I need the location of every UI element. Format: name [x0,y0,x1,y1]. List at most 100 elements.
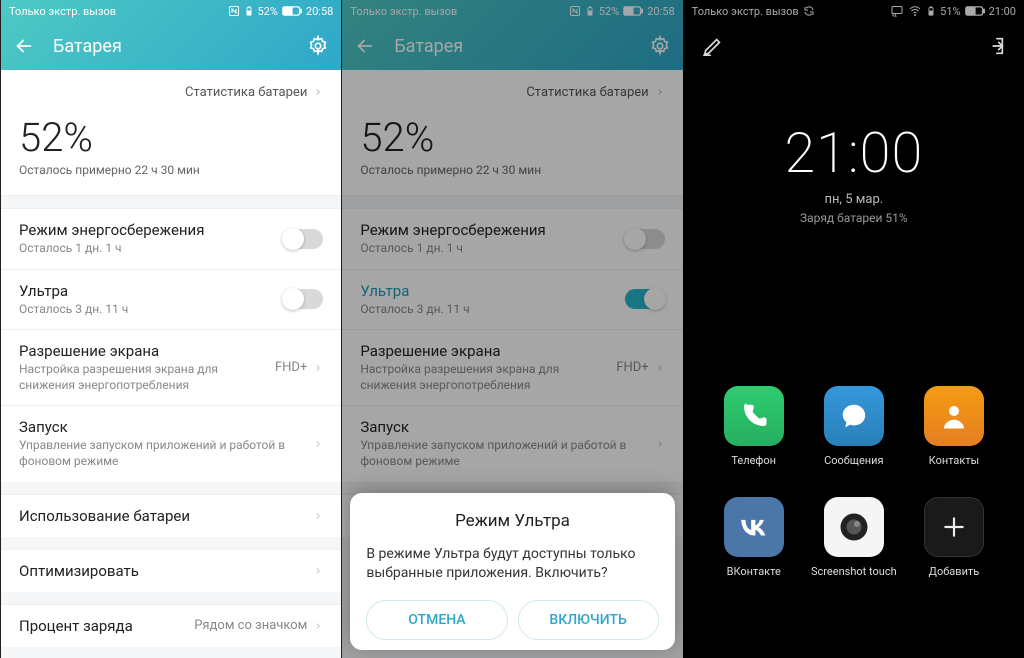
app-phone[interactable]: Телефон [704,386,804,467]
row-title: Использование батареи [19,507,313,525]
page-title: Батарея [394,36,648,57]
vk-icon [724,497,784,557]
status-left: Только экстр. вызов [9,5,116,18]
phone-3-ultra-home: Только экстр. вызов 51% 21:00 21:00 пн, … [683,0,1024,658]
row-battery-usage[interactable]: Использование батареи [1,494,341,537]
cast-icon [890,5,904,17]
chevron-right-icon [313,437,323,451]
status-time: 20:58 [647,5,674,18]
battery-percentage: 52% [360,114,664,161]
row-title: Оптимизировать [19,562,313,580]
status-bar: Только экстр. вызов 52% 20:58 [342,0,682,22]
battery-summary: Статистика батареи 52% Осталось примерно… [1,70,341,196]
chevron-right-icon [655,361,665,375]
app-grid: Телефон Сообщения Контакты ВКонтакте Scr… [684,386,1024,578]
battery-bar-icon [282,6,302,16]
row-optimize[interactable]: Оптимизировать [1,549,341,592]
nfc-icon [569,5,581,17]
toggle-power-saving[interactable] [283,229,323,249]
app-vk[interactable]: ВКонтакте [704,497,804,578]
battery-icon [244,5,254,17]
status-battery-pct: 51% [940,5,960,18]
status-left: Только экстр. вызов [692,5,815,18]
app-bar: Батарея [1,22,341,70]
dialog-body: В режиме Ультра будут доступны только вы… [366,545,658,584]
battery-percentage: 52% [19,114,323,161]
status-battery-pct: 52% [599,5,619,18]
app-label: Добавить [929,565,980,578]
battery-bar-icon [965,6,985,16]
sync-icon [803,5,815,17]
row-power-saving[interactable]: Режим энергосбережения Осталось 1 дн. 1 … [1,208,341,269]
row-battery-percent-setting[interactable]: Процент заряда Рядом со значком [1,604,341,647]
battery-icon [585,5,595,17]
spacer [1,196,341,208]
wifi-icon [908,5,922,17]
gear-icon[interactable] [649,35,671,57]
battery-remaining: Осталось примерно 22 ч 30 мин [360,163,664,177]
battery-stats-link[interactable]: Статистика батареи [360,70,664,114]
app-label: Сообщения [824,454,883,467]
row-value: Рядом со значком [194,618,307,633]
chevron-right-icon [655,85,665,99]
battery-stats-link[interactable]: Статистика батареи [19,70,323,114]
row-screen-resolution[interactable]: Разрешение экрана Настройка разрешения э… [1,329,341,405]
screenshot-icon [824,497,884,557]
row-subtitle: Управление запуском приложений и работой… [19,438,313,469]
battery-bar-icon [623,6,643,16]
row-launch[interactable]: Запуск Управление запуском приложений и … [1,405,341,481]
phone-icon [724,386,784,446]
chevron-right-icon [655,437,665,451]
row-value: FHD+ [616,360,648,375]
app-add[interactable]: Добавить [904,497,1004,578]
row-title: Процент заряда [19,617,194,635]
chevron-right-icon [313,361,323,375]
row-subtitle: Осталось 3 дн. 11 ч [360,302,624,318]
row-ultra[interactable]: Ультра Осталось 3 дн. 11 ч [1,269,341,330]
row-title: Режим энергосбережения [360,221,624,239]
row-ultra[interactable]: Ультра Осталось 3 дн. 11 ч [342,269,682,330]
status-bar: Только экстр. вызов 52% 20:58 [1,0,341,22]
toggle-ultra[interactable] [625,289,665,309]
battery-summary: Статистика батареи 52% Осталось примерно… [342,70,682,196]
status-right: 52% 20:58 [228,5,334,18]
exit-icon[interactable] [984,35,1006,57]
enable-button[interactable]: ВКЛЮЧИТЬ [518,600,659,640]
app-bar: Батарея [342,22,682,70]
app-label: Контакты [929,454,980,467]
app-contacts[interactable]: Контакты [904,386,1004,467]
cancel-button[interactable]: ОТМЕНА [366,600,507,640]
dialog-title: Режим Ультра [366,511,658,531]
date: пн, 5 мар. [684,192,1024,207]
chevron-right-icon [313,619,323,633]
charge-text: Заряд батареи 51% [684,211,1024,225]
row-subtitle: Осталось 3 дн. 11 ч [19,302,283,318]
row-title: Режим энергосбережения [19,221,283,239]
status-time: 21:00 [989,5,1016,18]
toggle-power-saving[interactable] [625,229,665,249]
app-screenshot-touch[interactable]: Screenshot touch [804,497,904,578]
gear-icon[interactable] [307,35,329,57]
add-icon [924,497,984,557]
row-subtitle: Настройка разрешения экрана для снижения… [19,362,275,393]
row-subtitle: Управление запуском приложений и работой… [360,438,654,469]
row-power-saving[interactable]: Режим энергосбережения Осталось 1 дн. 1 … [342,208,682,269]
app-messages[interactable]: Сообщения [804,386,904,467]
row-launch[interactable]: Запуск Управление запуском приложений и … [342,405,682,481]
status-right: 51% 21:00 [890,5,1016,18]
battery-remaining: Осталось примерно 22 ч 30 мин [19,163,323,177]
content: Статистика батареи 52% Осталось примерно… [1,70,341,658]
row-title: Ультра [360,282,624,300]
back-icon[interactable] [13,35,35,57]
back-icon[interactable] [354,35,376,57]
clock-block: 21:00 пн, 5 мар. Заряд батареи 51% [684,120,1024,225]
toggle-ultra[interactable] [283,289,323,309]
app-label: Телефон [731,454,776,467]
phone-2-ultra-dialog: Только экстр. вызов 52% 20:58 Батарея Ст… [341,0,682,658]
row-subtitle: Осталось 1 дн. 1 ч [19,241,283,257]
row-screen-resolution[interactable]: Разрешение экрана Настройка разрешения э… [342,329,682,405]
status-right: 52% 20:58 [569,5,675,18]
big-time: 21:00 [684,120,1024,186]
edit-icon[interactable] [702,35,724,57]
row-title: Разрешение экрана [360,342,616,360]
